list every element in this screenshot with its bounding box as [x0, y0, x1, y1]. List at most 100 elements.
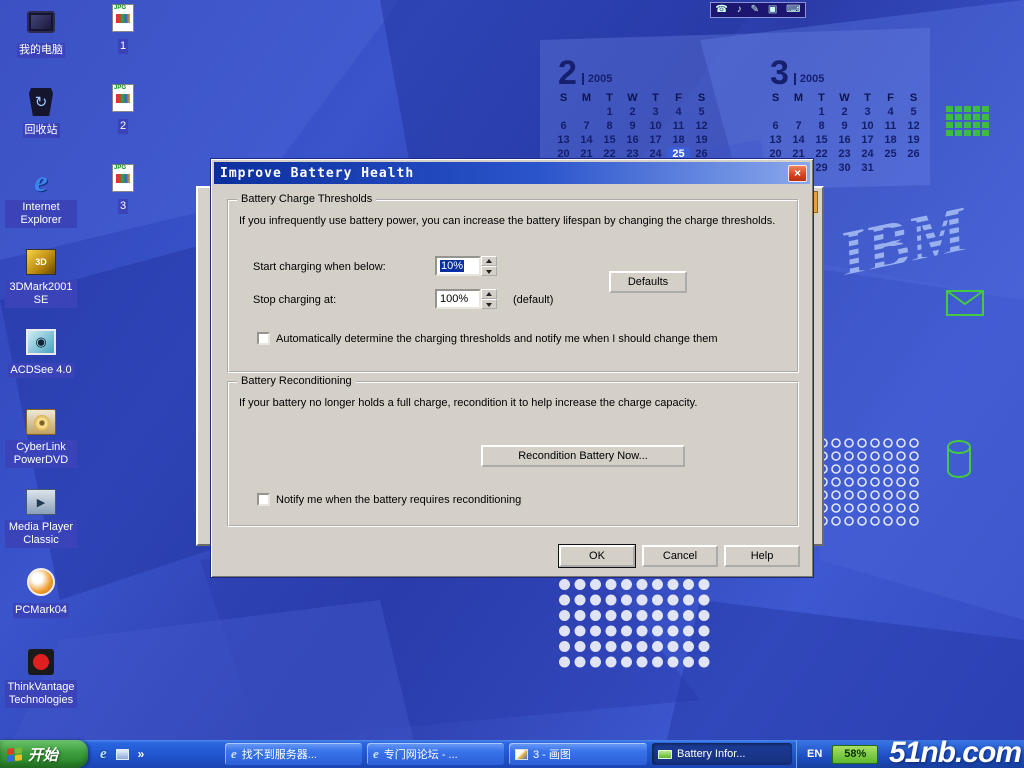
spin-up-icon[interactable]: [481, 289, 497, 299]
calendar-year: 2005: [794, 73, 824, 85]
task-label: 3 - 画图: [533, 746, 571, 762]
desktop-icon-label: 3: [118, 199, 128, 214]
calendar-day: 15: [598, 133, 621, 147]
spin-up-icon[interactable]: [481, 256, 497, 266]
notify-recondition-label: Notify me when the battery requires reco…: [276, 494, 521, 506]
calendar-day: 5: [690, 105, 713, 119]
calendar-day-header: S: [902, 91, 925, 105]
desktop-icon-powerdvd[interactable]: CyberLink PowerDVD: [4, 406, 78, 468]
help-button[interactable]: Help: [724, 545, 800, 567]
desktop-icon-3dmark2001[interactable]: 3D3DMark2001 SE: [4, 246, 78, 308]
desktop-icon-label: ThinkVantage Technologies: [5, 680, 77, 708]
task-label: Battery Infor...: [677, 748, 745, 760]
close-icon[interactable]: ×: [788, 165, 807, 182]
spin-down-icon[interactable]: [481, 299, 497, 309]
desktop-icon-my-computer[interactable]: 我的电脑: [4, 6, 78, 58]
quick-launch: e »: [100, 740, 144, 768]
paint-icon: [515, 749, 528, 760]
auto-determine-checkbox[interactable]: [257, 332, 270, 345]
quick-launch-show-desktop-icon[interactable]: [116, 749, 129, 760]
calendar-day: 25: [879, 147, 902, 161]
language-indicator[interactable]: EN: [807, 748, 822, 760]
desktop-icon-media-player-classic[interactable]: ▶Media Player Classic: [4, 486, 78, 548]
ok-button[interactable]: OK: [559, 545, 635, 567]
desktop-icon-recycle-bin[interactable]: ↻回收站: [4, 86, 78, 138]
desktop-icon-thinkvantage[interactable]: ThinkVantage Technologies: [4, 646, 78, 708]
notify-recondition-checkbox[interactable]: [257, 493, 270, 506]
calendar-day: [787, 105, 810, 119]
calendar-day: 16: [833, 133, 856, 147]
calendar-day: 17: [856, 133, 879, 147]
stop-threshold-spinner[interactable]: 100%: [435, 289, 497, 309]
calendar-day: 1: [810, 105, 833, 119]
notify-recondition-checkbox-row: Notify me when the battery requires reco…: [257, 493, 787, 506]
calendar-day-header: F: [879, 91, 902, 105]
taskbar-task-4[interactable]: Battery Infor...: [652, 743, 792, 765]
calendar-day: 6: [764, 119, 787, 133]
desktop: IBM 2 2005 SMTWTFS1234567891011121314151…: [0, 0, 1024, 768]
ime-language-bar[interactable]: ☎ ♪ ✎ ▣ ⌨: [710, 2, 806, 18]
monitor-icon[interactable]: ▣: [768, 3, 777, 17]
desktop-icon-jpg-1[interactable]: 1: [86, 2, 160, 54]
calendar-day: 13: [764, 133, 787, 147]
audio-icon[interactable]: ♪: [737, 3, 742, 17]
calendar-day-header: S: [764, 91, 787, 105]
taskbar: 开始 e » e找不到服务器...e专门网论坛 - ...3 - 画图Batte…: [0, 740, 1024, 768]
jpg-icon: [105, 82, 141, 114]
outlined-dots-pattern: [818, 438, 924, 536]
calendar-day: 18: [879, 133, 902, 147]
desktop-icon-label: ACDSee 4.0: [8, 363, 73, 378]
desktop-icon-label: CyberLink PowerDVD: [5, 440, 77, 468]
desktop-icon-internet-explorer[interactable]: eInternet Explorer: [4, 166, 78, 228]
task-label: 找不到服务器...: [242, 746, 317, 762]
calendar-month-number: 3: [770, 59, 789, 88]
calendar-day: 16: [621, 133, 644, 147]
start-threshold-spinner[interactable]: 10%: [435, 256, 497, 276]
cancel-button[interactable]: Cancel: [642, 545, 718, 567]
battery-reconditioning-group: Battery Reconditioning If your battery n…: [227, 381, 799, 527]
spin-down-icon[interactable]: [481, 266, 497, 276]
task-label: 专门网论坛 - ...: [384, 746, 458, 762]
jpg-icon: [105, 2, 141, 34]
default-note: (default): [513, 294, 553, 306]
taskbar-task-2[interactable]: e专门网论坛 - ...: [367, 743, 504, 765]
calendar-day: 15: [810, 133, 833, 147]
taskbar-task-3[interactable]: 3 - 画图: [509, 743, 647, 765]
calendar-day: 7: [575, 119, 598, 133]
recondition-battery-button[interactable]: Recondition Battery Now...: [481, 445, 685, 467]
calendar-day: [902, 161, 925, 175]
stop-threshold-input[interactable]: 100%: [435, 289, 481, 309]
quick-launch-expand-icon[interactable]: »: [138, 747, 145, 761]
filled-dots-pattern: [558, 578, 715, 678]
battery-tray-indicator[interactable]: 58%: [832, 745, 878, 764]
cylinder-icon: [944, 438, 974, 487]
calendar-february: 2 2005 SMTWTFS12345678910111213141516171…: [552, 50, 720, 175]
calendar-year: 2005: [582, 73, 612, 85]
start-threshold-input[interactable]: 10%: [435, 256, 481, 276]
desktop-icon-label: Internet Explorer: [5, 200, 77, 228]
defaults-button[interactable]: Defaults: [609, 271, 687, 293]
quick-launch-ie-icon[interactable]: e: [100, 746, 107, 763]
phone-icon[interactable]: ☎: [715, 3, 727, 17]
desktop-icon-pcmark04[interactable]: PCMark04: [4, 566, 78, 618]
desktop-icon-jpg-3[interactable]: 3: [86, 162, 160, 214]
calendar-day: 26: [902, 147, 925, 161]
dialog-titlebar[interactable]: Improve Battery Health ×: [214, 162, 810, 184]
calendar-day: 5: [902, 105, 925, 119]
calendar-day: 10: [856, 119, 879, 133]
auto-determine-label: Automatically determine the charging thr…: [276, 333, 717, 345]
start-button[interactable]: 开始: [0, 740, 88, 768]
desktop-icon-acdsee[interactable]: ◉ACDSee 4.0: [4, 326, 78, 378]
group-description: If your battery no longer holds a full c…: [239, 397, 791, 409]
desktop-icon-jpg-2[interactable]: 2: [86, 82, 160, 134]
thinkvantage-icon: [23, 646, 59, 678]
calendar-day: 2: [833, 105, 856, 119]
calendar-day-header: W: [833, 91, 856, 105]
taskbar-task-1[interactable]: e找不到服务器...: [225, 743, 362, 765]
calendar-day: 8: [810, 119, 833, 133]
pen-icon[interactable]: ✎: [751, 3, 759, 17]
keyboard-icon[interactable]: ⌨: [786, 3, 800, 17]
calendar-day: 19: [902, 133, 925, 147]
desktop-icon-label: 回收站: [23, 123, 60, 138]
calendar-day: [552, 105, 575, 119]
